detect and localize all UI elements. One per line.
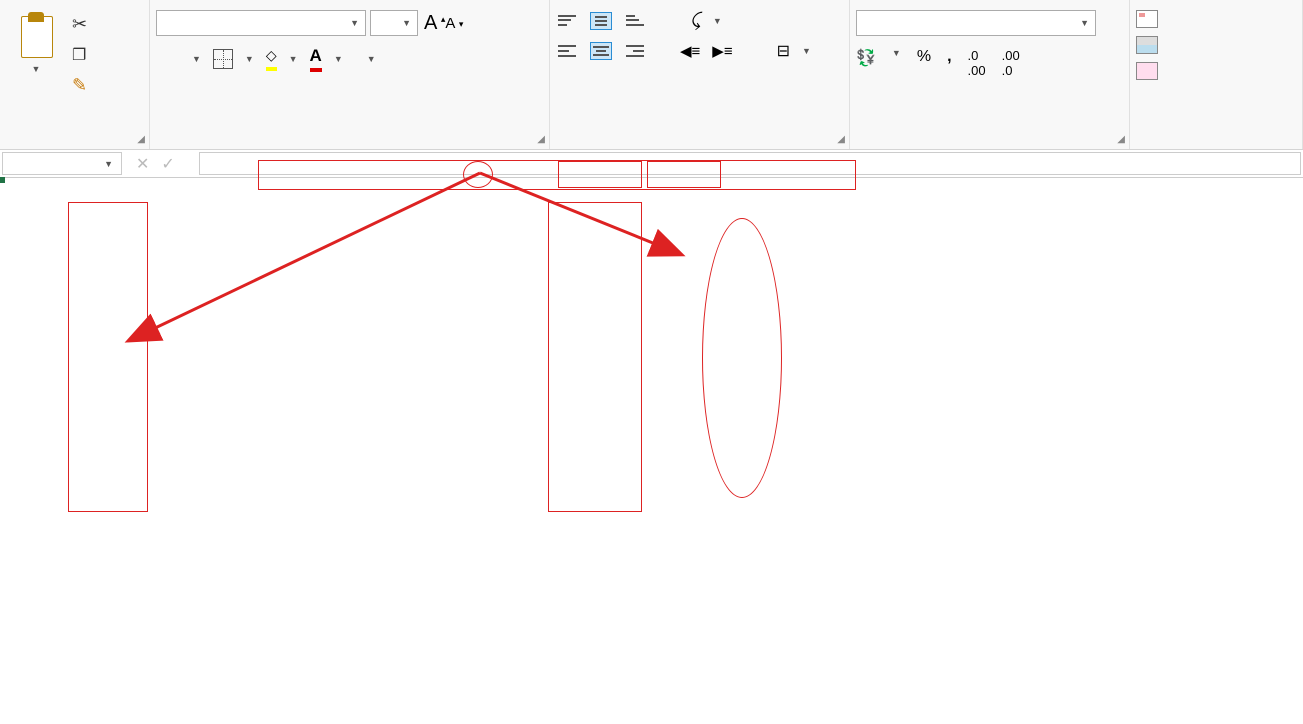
paste-icon [15, 10, 57, 60]
chevron-down-icon[interactable]: ▼ [6, 64, 66, 74]
cell-styles-button[interactable] [1136, 62, 1164, 80]
annotation-arrow [0, 158, 900, 358]
percent-format-icon[interactable]: % [917, 48, 931, 78]
annotation-box [68, 202, 148, 512]
group-label-styles [1136, 141, 1296, 147]
align-right-icon[interactable] [624, 42, 646, 60]
chevron-down-icon[interactable]: ▼ [713, 16, 722, 26]
chevron-down-icon[interactable]: ▼ [245, 54, 254, 64]
chevron-down-icon[interactable]: ▼ [192, 54, 201, 64]
increase-font-icon[interactable]: A [422, 12, 439, 35]
annotation-box [548, 202, 642, 512]
align-left-icon[interactable] [556, 42, 578, 60]
ribbon: ▼ ✂ ❐ ✎ ◢ ▼ ▼ A A ▼ ▼ ◇ ▼ A [0, 0, 1303, 150]
dialog-launcher-icon[interactable]: ◢ [137, 134, 145, 145]
chevron-down-icon[interactable]: ▼ [892, 48, 901, 78]
fill-color-icon[interactable]: ◇ [266, 47, 277, 71]
merge-cells-icon[interactable]: ⊟ [777, 41, 790, 61]
orientation-icon[interactable]: ⤹ [690, 10, 701, 31]
group-label-clipboard [6, 141, 143, 147]
dialog-launcher-icon[interactable]: ◢ [837, 134, 845, 145]
borders-icon[interactable] [213, 49, 233, 69]
formula-bar: ▼ ✕ ✓ [0, 150, 1303, 178]
chevron-down-icon[interactable]: ▼ [367, 54, 376, 64]
font-size-select[interactable]: ▼ [370, 10, 418, 36]
group-label-align [556, 141, 843, 147]
dialog-launcher-icon[interactable]: ◢ [537, 134, 545, 145]
format-table-button[interactable] [1136, 36, 1164, 54]
accounting-format-icon[interactable]: 💱 [856, 48, 876, 78]
cut-icon[interactable]: ✂ [72, 14, 87, 35]
formula-input[interactable] [199, 152, 1301, 175]
ribbon-group-styles [1130, 0, 1303, 149]
ribbon-group-font: ▼ ▼ A A ▼ ▼ ◇▼ A▼ ▼ ◢ [150, 0, 550, 149]
align-middle-icon[interactable] [590, 12, 612, 30]
name-box[interactable]: ▼ [2, 152, 122, 175]
decrease-indent-icon[interactable]: ◀≡ [680, 42, 700, 60]
increase-decimal-icon[interactable]: .0.00 [968, 48, 986, 78]
chevron-down-icon[interactable]: ▼ [802, 46, 811, 56]
conditional-format-icon [1136, 10, 1158, 28]
copy-icon[interactable]: ❐ [72, 45, 87, 65]
format-painter-icon[interactable]: ✎ [72, 75, 87, 96]
group-label-number [856, 141, 1123, 147]
format-table-icon [1136, 36, 1158, 54]
decrease-decimal-icon[interactable]: .00.0 [1002, 48, 1020, 78]
align-bottom-icon[interactable] [624, 12, 646, 30]
cell-styles-icon [1136, 62, 1158, 80]
comma-format-icon[interactable]: , [947, 48, 951, 78]
group-label-font [156, 141, 543, 147]
increase-indent-icon[interactable]: ▶≡ [712, 42, 732, 60]
align-center-icon[interactable] [590, 42, 612, 60]
dialog-launcher-icon[interactable]: ◢ [1117, 134, 1125, 145]
number-format-select[interactable]: ▼ [856, 10, 1096, 36]
decrease-font-icon[interactable]: A [443, 15, 457, 32]
cancel-icon[interactable]: ✕ [136, 154, 149, 174]
ribbon-group-align: ⤹ ▼ ◀≡ ▶≡ ⊟ ▼ ◢ [550, 0, 850, 149]
enter-icon[interactable]: ✓ [161, 154, 174, 174]
paste-button[interactable]: ▼ [6, 10, 66, 74]
font-color-icon[interactable]: A [310, 46, 322, 72]
active-cell-border [0, 178, 4, 182]
conditional-format-button[interactable] [1136, 10, 1164, 28]
ribbon-group-number: ▼ 💱 ▼ % , .0.00 .00.0 ◢ [850, 0, 1130, 149]
annotation-ellipse [702, 218, 782, 498]
font-name-select[interactable]: ▼ [156, 10, 366, 36]
ribbon-group-clipboard: ▼ ✂ ❐ ✎ ◢ [0, 0, 150, 149]
align-top-icon[interactable] [556, 12, 578, 30]
chevron-down-icon[interactable]: ▼ [289, 54, 298, 64]
chevron-down-icon[interactable]: ▼ [334, 54, 343, 64]
